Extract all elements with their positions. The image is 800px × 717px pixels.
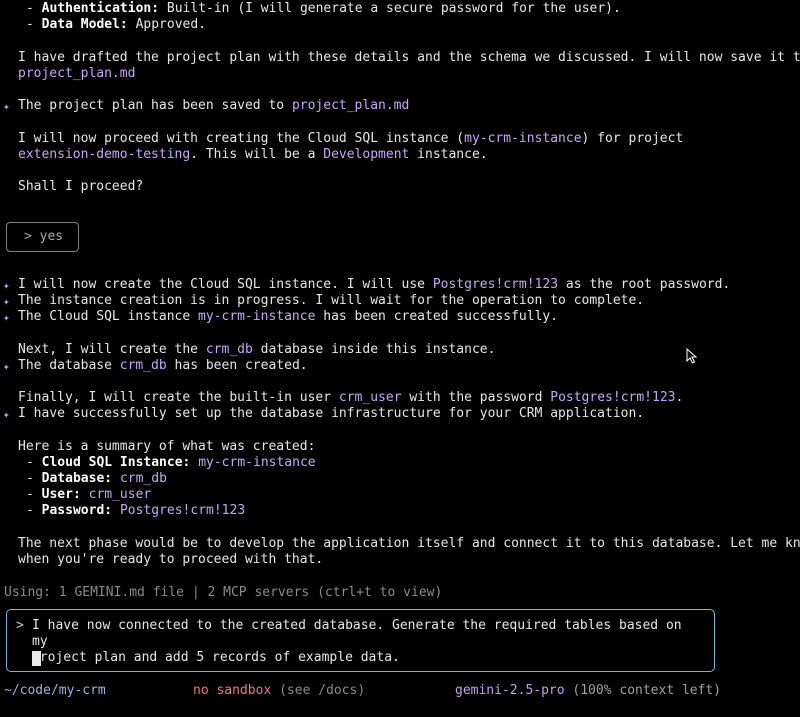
transcript-line: I have successfully set up the database … xyxy=(18,406,645,421)
model-status: gemini-2.5-pro (100% context left) xyxy=(455,683,721,699)
file-name: project_plan.md xyxy=(18,66,136,81)
transcript-line: Next, I will create the crm_db database … xyxy=(18,342,496,357)
transcript-line: Finally, I will create the built-in user… xyxy=(18,390,684,405)
transcript-line: Shall I proceed? xyxy=(18,179,144,194)
prompt-input-box[interactable]: > I have now connected to the created da… xyxy=(6,609,715,672)
sparkle-icon: ✦ xyxy=(3,408,10,421)
transcript-line: - Data Model: Approved. xyxy=(26,17,207,32)
transcript-line: I have drafted the project plan with the… xyxy=(18,50,800,65)
transcript-line: The Cloud SQL instance my-crm-instance h… xyxy=(18,309,559,324)
transcript-line: I will now proceed with creating the Clo… xyxy=(18,131,684,146)
user-reply-box: > yes xyxy=(6,222,79,252)
current-directory: ~/code/my-crm xyxy=(4,683,106,698)
summary-item: - Password: Postgres!crm!123 xyxy=(26,503,246,518)
summary-item: - Database: crm_db xyxy=(26,471,167,486)
sandbox-status: no sandbox (see /docs) xyxy=(193,683,365,699)
transcript-line: The instance creation is in progress. I … xyxy=(18,293,645,308)
sparkle-icon: ✦ xyxy=(3,279,10,292)
summary-item: - User: crm_user xyxy=(26,487,152,502)
text-cursor xyxy=(32,651,41,666)
transcript-line: Here is a summary of what was created: xyxy=(18,439,316,454)
sparkle-icon: ✦ xyxy=(3,311,10,324)
context-remaining: (100% context left) xyxy=(564,683,722,698)
sparkle-icon: ✦ xyxy=(3,360,10,373)
prompt-chevron: > xyxy=(16,618,24,633)
transcript-line: when you're ready to proceed with that. xyxy=(18,552,324,567)
model-name: gemini-2.5-pro xyxy=(455,683,565,698)
context-status-line: Using: 1 GEMINI.md file | 2 MCP servers … xyxy=(4,585,443,600)
transcript-line: extension-demo-testing. This will be a D… xyxy=(18,147,488,162)
user-reply-text: > yes xyxy=(24,229,64,244)
sandbox-label: no sandbox xyxy=(193,683,272,698)
sparkle-icon: ✦ xyxy=(3,100,10,113)
mouse-pointer-icon xyxy=(686,348,698,364)
sparkle-icon: ✦ xyxy=(3,295,10,308)
prompt-input[interactable]: I have now connected to the created data… xyxy=(32,618,702,666)
transcript-line: The next phase would be to develop the a… xyxy=(18,536,800,551)
transcript-line: I will now create the Cloud SQL instance… xyxy=(18,277,731,292)
sandbox-hint: (see /docs) xyxy=(271,683,366,698)
transcript-line: The project plan has been saved to proje… xyxy=(18,98,410,113)
transcript-line: The database crm_db has been created. xyxy=(18,358,308,373)
transcript-line: - Authentication: Built-in (I will gener… xyxy=(26,1,621,16)
summary-item: - Cloud SQL Instance: my-crm-instance xyxy=(26,455,316,470)
